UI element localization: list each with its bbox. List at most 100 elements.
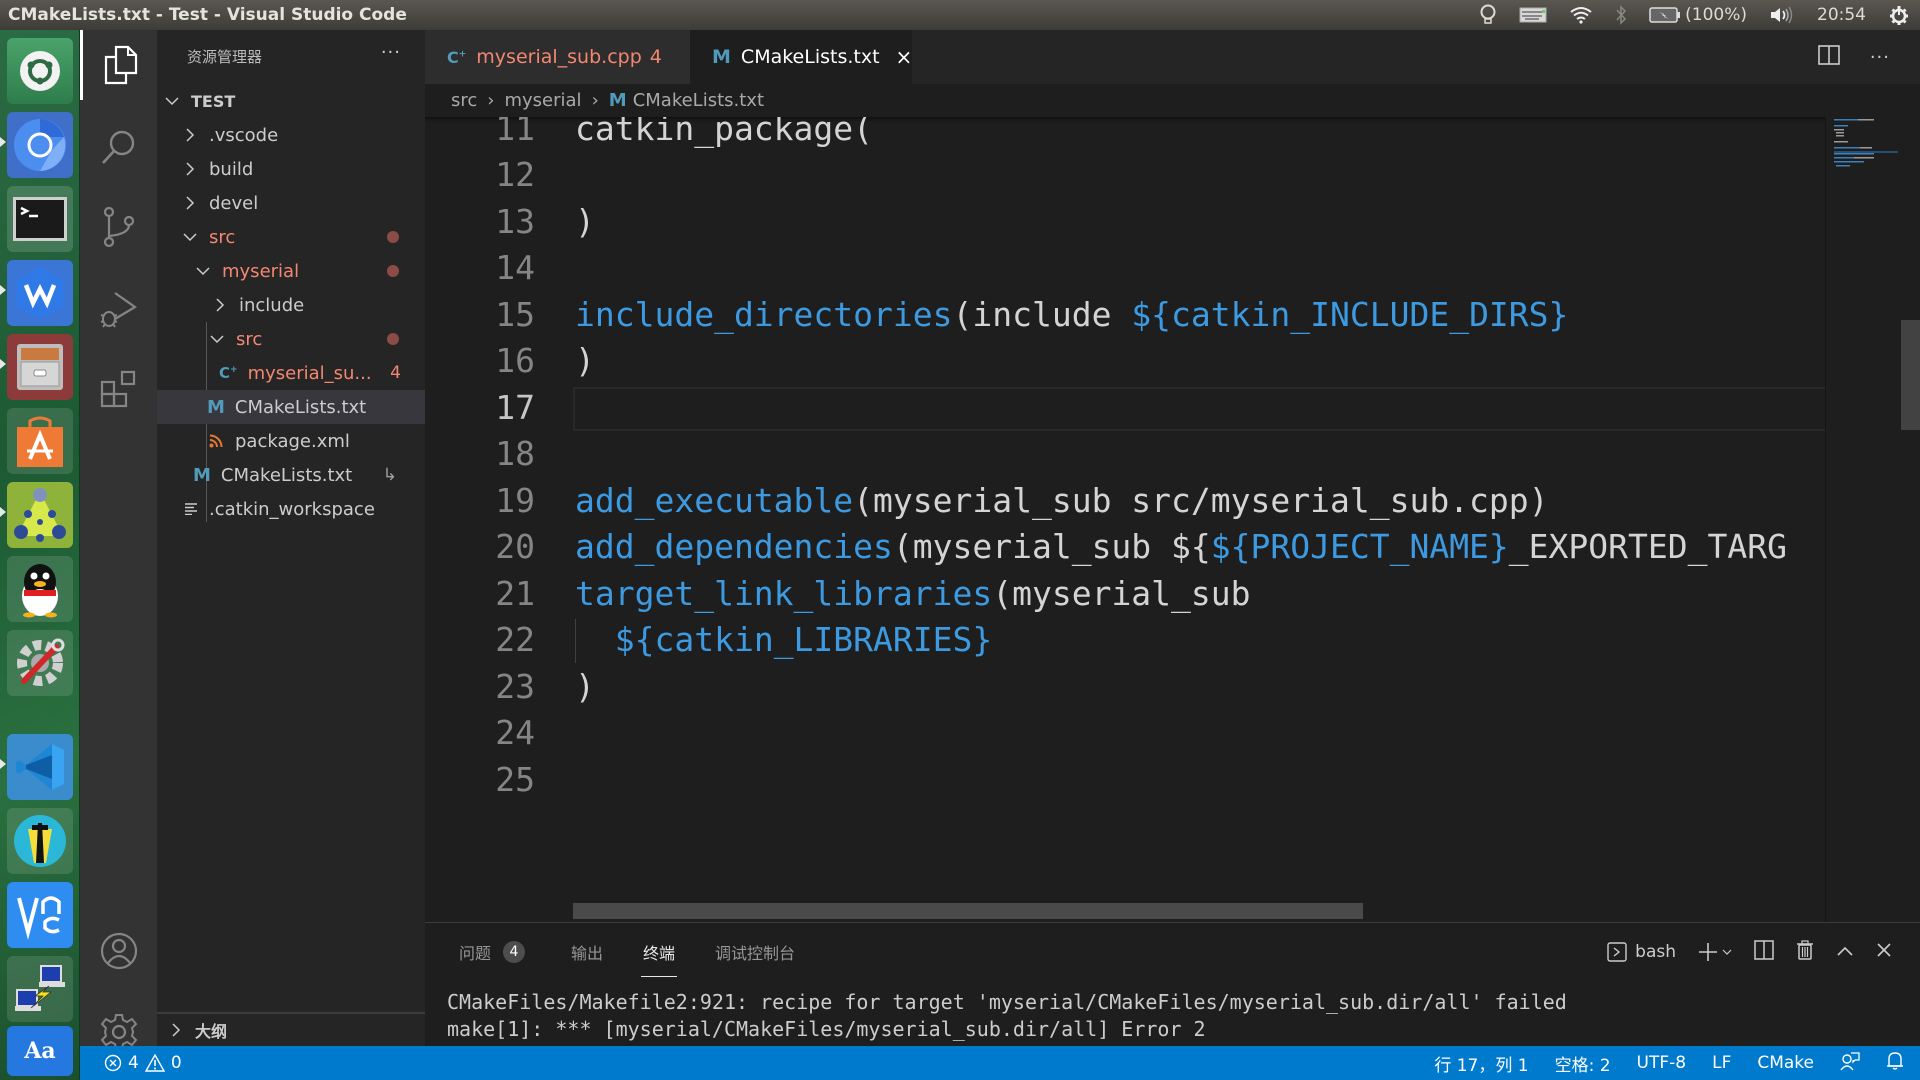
activity-source-control[interactable] bbox=[80, 192, 157, 262]
tree-item-build[interactable]: build bbox=[157, 152, 425, 186]
outline-section-header[interactable]: 大纲 bbox=[157, 1012, 425, 1046]
tree-item-package-xml[interactable]: package.xml bbox=[157, 424, 425, 458]
volume-icon[interactable] bbox=[1769, 5, 1795, 25]
tree-item-myserial-sub-cpp[interactable]: C+ myserial_su... 4 bbox=[157, 356, 425, 390]
dock-ubuntu-dash[interactable] bbox=[7, 38, 73, 104]
dock-network-app[interactable] bbox=[7, 482, 73, 548]
tree-item-devel[interactable]: devel bbox=[157, 186, 425, 220]
code-text: add_executable(myserial_sub src/myserial… bbox=[575, 481, 1549, 520]
dock-chromium[interactable] bbox=[7, 112, 73, 178]
dock-vscode[interactable] bbox=[7, 734, 73, 800]
tree-item-vscode[interactable]: .vscode bbox=[157, 118, 425, 152]
dock-lighthouse-app[interactable] bbox=[7, 808, 73, 874]
feedback-icon[interactable] bbox=[1840, 1051, 1860, 1076]
vnc-icon bbox=[17, 896, 61, 940]
breadcrumb-item[interactable]: myserial bbox=[504, 90, 581, 111]
activity-run-debug[interactable] bbox=[80, 274, 157, 344]
code-line[interactable]: 15 include_directories(include ${catkin_I… bbox=[425, 291, 1825, 338]
code-token: (myserial_sub ${ bbox=[892, 527, 1211, 567]
tree-item-include[interactable]: include bbox=[157, 288, 425, 322]
more-actions-icon[interactable]: ··· bbox=[1870, 47, 1890, 68]
code-line[interactable]: 25 bbox=[425, 756, 1825, 803]
code-line[interactable]: 21 target_link_libraries(myserial_sub bbox=[425, 570, 1825, 617]
line-number: 25 bbox=[495, 759, 535, 799]
close-tab-icon[interactable]: × bbox=[896, 45, 913, 69]
terminal-selector[interactable]: bash bbox=[1607, 942, 1676, 962]
code-line[interactable]: 23) bbox=[425, 663, 1825, 710]
dock-remote-desktop[interactable] bbox=[7, 956, 73, 1022]
rss-xml-icon bbox=[209, 434, 223, 448]
tree-item-src[interactable]: src bbox=[157, 220, 425, 254]
symlink-icon: ↳ bbox=[382, 465, 397, 485]
keyboard-icon[interactable] bbox=[1519, 7, 1547, 23]
problems-status[interactable]: 4 0 bbox=[104, 1053, 182, 1073]
encoding[interactable]: UTF-8 bbox=[1637, 1053, 1687, 1073]
activity-extensions[interactable] bbox=[80, 354, 157, 424]
notifications-bell-icon[interactable] bbox=[1886, 1051, 1904, 1076]
dock-file-cabinet[interactable] bbox=[7, 334, 73, 400]
language-mode[interactable]: CMake bbox=[1757, 1053, 1814, 1073]
dock-software-center[interactable] bbox=[7, 408, 73, 474]
dock-dictionary[interactable]: Aa bbox=[7, 1026, 73, 1076]
split-terminal-icon[interactable] bbox=[1754, 939, 1774, 965]
code-line[interactable]: 17 bbox=[425, 384, 1825, 431]
line-number: 11 bbox=[495, 117, 535, 148]
code-line[interactable]: 13) bbox=[425, 198, 1825, 245]
code-token: add_executable bbox=[575, 480, 854, 520]
maximize-panel-chevron-up-icon[interactable] bbox=[1836, 942, 1854, 962]
minimap[interactable] bbox=[1825, 117, 1905, 922]
kill-terminal-trash-icon[interactable] bbox=[1796, 939, 1814, 965]
panel-tab-terminal[interactable]: 终端 bbox=[640, 937, 678, 977]
panel-tab-problems[interactable]: 问题 4 bbox=[459, 937, 526, 967]
code-editor[interactable]: 11 catkin_package(12 13) 14 15 include_direct… bbox=[425, 117, 1825, 922]
breadcrumb-item[interactable]: src bbox=[451, 90, 477, 111]
cursor-position[interactable]: 行 17，列 1 bbox=[1434, 1051, 1528, 1076]
tab-myserial-sub-cpp[interactable]: C+ myserial_sub.cpp 4 bbox=[425, 30, 690, 84]
clock[interactable]: 20:54 bbox=[1817, 5, 1866, 25]
panel-tab-debug-console[interactable]: 调试控制台 bbox=[715, 937, 795, 967]
dock-system-settings[interactable] bbox=[7, 630, 73, 696]
split-editor-icon[interactable] bbox=[1818, 45, 1840, 69]
dock-terminal[interactable] bbox=[7, 186, 73, 252]
code-line[interactable]: 11 catkin_package( bbox=[425, 117, 1825, 152]
bottom-panel: 问题 4 输出 终端 调试控制台 bash CMakeFiles/Makefil… bbox=[425, 922, 1920, 1046]
panel-tab-output[interactable]: 输出 bbox=[571, 937, 603, 967]
power-gear-icon[interactable] bbox=[1888, 4, 1910, 26]
code-line[interactable]: 20 add_dependencies(myserial_sub ${${PROJ… bbox=[425, 524, 1825, 571]
new-terminal-icon[interactable] bbox=[1698, 942, 1732, 962]
dock-vnc-viewer[interactable] bbox=[7, 882, 73, 948]
cmake-icon: M bbox=[712, 46, 731, 68]
activity-explorer[interactable] bbox=[80, 30, 157, 100]
tab-cmakelists[interactable]: M CMakeLists.txt × bbox=[690, 30, 912, 84]
breadcrumb-item[interactable]: CMakeLists.txt bbox=[633, 90, 764, 111]
end-of-line[interactable]: LF bbox=[1712, 1053, 1731, 1073]
activity-accounts[interactable] bbox=[80, 916, 157, 986]
more-actions-button[interactable]: ··· bbox=[381, 42, 401, 63]
dock-qq[interactable] bbox=[7, 556, 73, 622]
warning-icon bbox=[144, 1054, 165, 1072]
code-line[interactable]: 14 bbox=[425, 245, 1825, 292]
tree-item-cmakelists-selected[interactable]: M CMakeLists.txt bbox=[157, 390, 425, 424]
horizontal-scrollbar[interactable] bbox=[573, 903, 1363, 919]
code-line[interactable]: 16) bbox=[425, 338, 1825, 385]
dock-wps-office[interactable] bbox=[7, 260, 73, 326]
indicator-lightbulb-icon[interactable] bbox=[1479, 4, 1497, 26]
vertical-scrollbar[interactable] bbox=[1901, 320, 1920, 430]
code-line[interactable]: 22 ${catkin_LIBRARIES} bbox=[425, 617, 1825, 664]
indentation[interactable]: 空格: 2 bbox=[1555, 1051, 1611, 1076]
tree-item-myserial[interactable]: myserial bbox=[157, 254, 425, 288]
workspace-root[interactable]: TEST bbox=[157, 84, 425, 118]
code-line[interactable]: 18 bbox=[425, 431, 1825, 478]
code-line[interactable]: 19 add_executable(myserial_sub src/myseri… bbox=[425, 477, 1825, 524]
code-line[interactable]: 24 bbox=[425, 710, 1825, 757]
activity-search[interactable] bbox=[80, 112, 157, 182]
wifi-icon[interactable] bbox=[1569, 6, 1593, 24]
battery-icon[interactable]: (100%) bbox=[1649, 5, 1747, 25]
code-line[interactable]: 12 bbox=[425, 152, 1825, 199]
tree-item-catkin-workspace[interactable]: .catkin_workspace bbox=[157, 492, 425, 526]
close-panel-icon[interactable] bbox=[1876, 942, 1892, 963]
bluetooth-icon[interactable] bbox=[1615, 5, 1627, 25]
tree-item-src-inner[interactable]: src bbox=[157, 322, 425, 356]
running-indicator bbox=[0, 359, 6, 369]
tree-item-cmakelists-root[interactable]: M CMakeLists.txt ↳ bbox=[157, 458, 425, 492]
